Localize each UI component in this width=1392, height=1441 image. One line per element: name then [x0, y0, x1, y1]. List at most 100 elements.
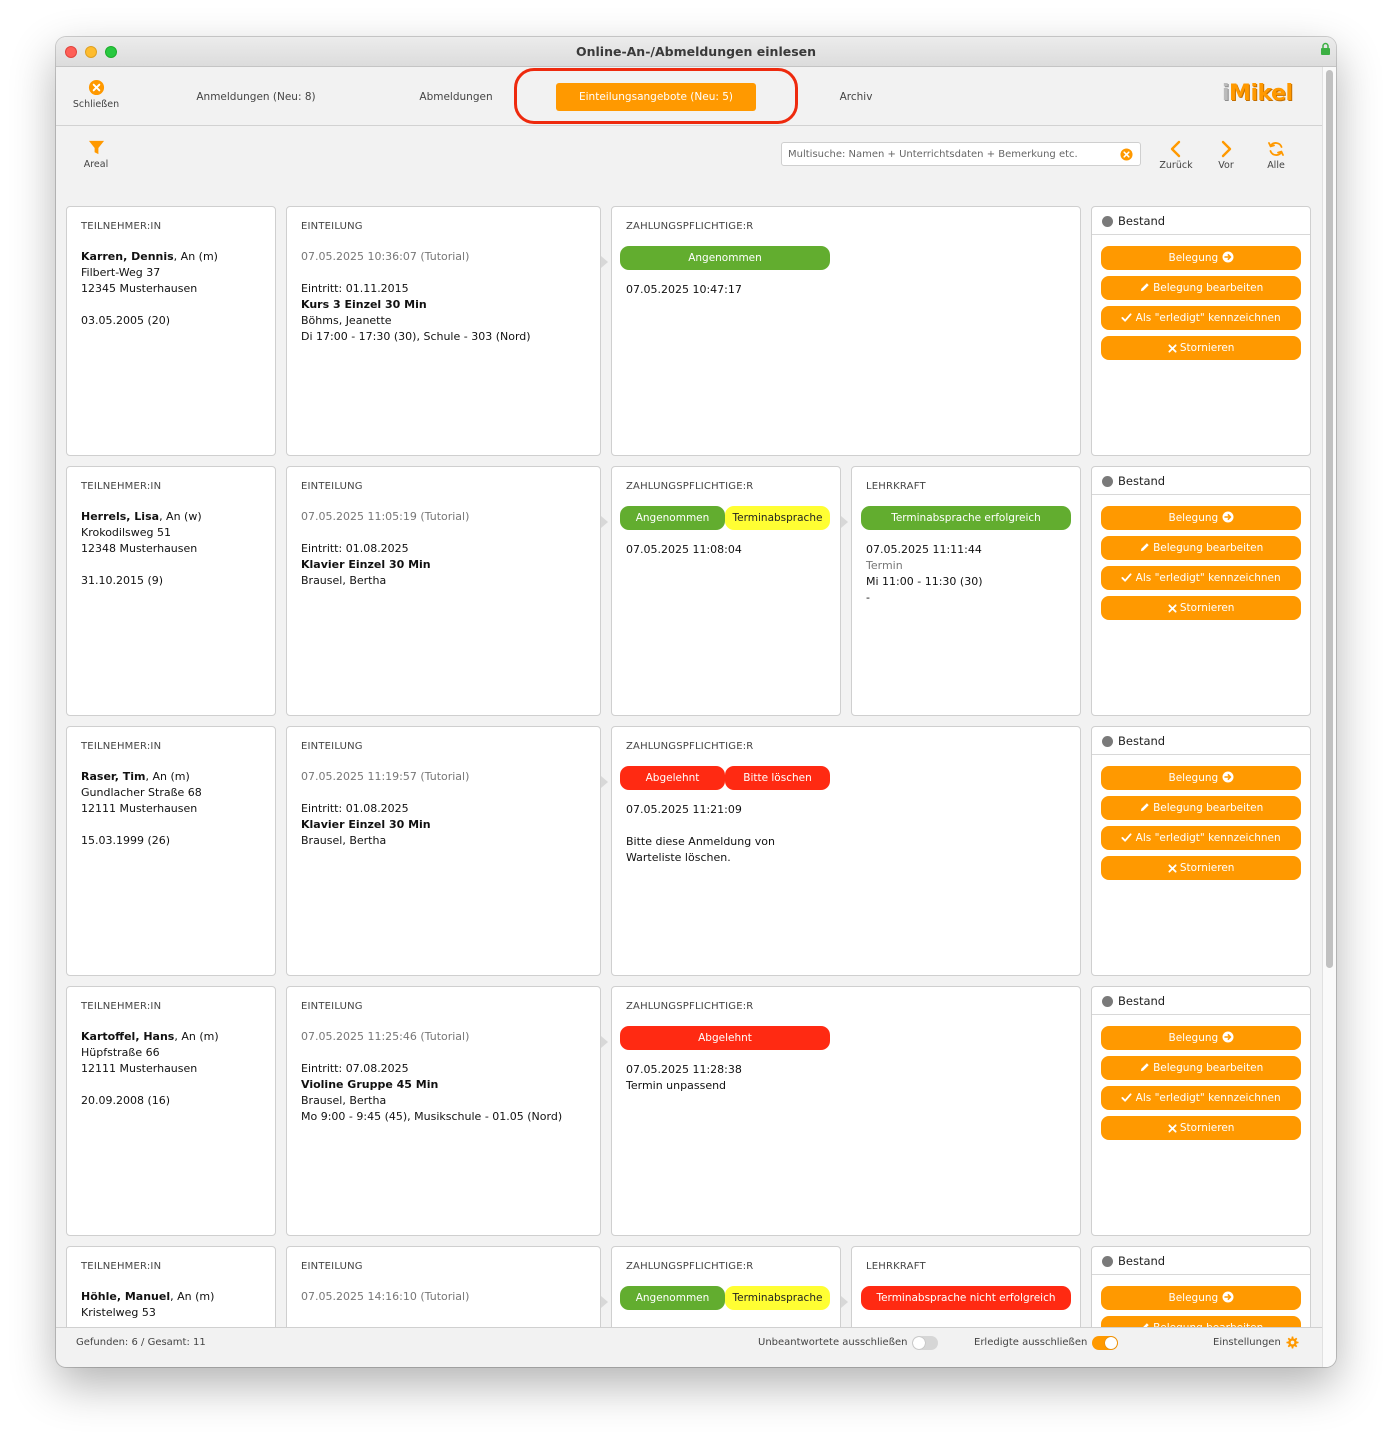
status-badge-terminabsprache-nicht-erfolgreich: Terminabsprache nicht erfolgreich	[861, 1286, 1071, 1310]
teacher-name: Böhms, Jeanette	[301, 314, 392, 327]
einteilung-heading: EINTEILUNG	[301, 1261, 363, 1272]
eintritt-date: Eintritt: 01.08.2025	[301, 802, 409, 815]
unbeantwortete-label: Unbeantwortete ausschließen	[758, 1337, 908, 1348]
entries-list: TEILNEHMER:IN Karren, Dennis, An (m) Fil…	[56, 187, 1322, 1327]
tab-archiv[interactable]: Archiv	[826, 83, 886, 111]
status-pills: Abgelehnt	[620, 1026, 830, 1050]
erledigt-button[interactable]: Als "erledigt" kennzeichnen	[1101, 306, 1301, 330]
x-icon	[1167, 344, 1177, 353]
bestand-label: Bestand	[1118, 214, 1166, 228]
imikel-logo: iMikel	[1222, 81, 1293, 106]
filter-icon	[88, 140, 104, 155]
status-dot	[1102, 216, 1113, 227]
status-dot	[1102, 476, 1113, 487]
belegung-bearbeiten-button[interactable]: Belegung bearbeiten	[1101, 536, 1301, 560]
search-input[interactable]	[788, 147, 1113, 162]
teilnehmer-card: TEILNEHMER:IN Herrels, Lisa, An (w) Krok…	[66, 466, 276, 716]
arrow-right-circle-icon	[1222, 1291, 1234, 1303]
window-title: Online-An-/Abmeldungen einlesen	[575, 44, 817, 59]
status-dot	[1102, 996, 1113, 1007]
actions-card: Bestand Belegung Belegung bearbeiten Als…	[1091, 466, 1311, 716]
stornieren-button[interactable]: Stornieren	[1101, 596, 1301, 620]
belegung-bearbeiten-button[interactable]: Belegung bearbeiten	[1101, 1056, 1301, 1080]
einteilung-timestamp: 07.05.2025 11:19:57 (Tutorial)	[301, 770, 470, 783]
einstellungen-link[interactable]: Einstellungen	[1213, 1337, 1281, 1348]
zahlung-heading: ZAHLUNGSPFLICHTIGE:R	[626, 1261, 754, 1272]
gear-icon[interactable]	[1286, 1336, 1299, 1349]
erledigt-button[interactable]: Als "erledigt" kennzeichnen	[1101, 826, 1301, 850]
lehrkraft-card: LEHRKRAFT Terminabsprache erfolgreich 07…	[851, 466, 1081, 716]
participant-city: 12345 Musterhausen	[81, 282, 198, 295]
zahlung-heading: ZAHLUNGSPFLICHTIGE:R	[626, 481, 754, 492]
erledigt-button[interactable]: Als "erledigt" kennzeichnen	[1101, 1086, 1301, 1110]
zurueck-button[interactable]: Zurück	[1154, 140, 1198, 171]
belegung-bearbeiten-button[interactable]: Belegung bearbeiten	[1101, 796, 1301, 820]
stornieren-button[interactable]: Stornieren	[1101, 1116, 1301, 1140]
belegung-button[interactable]: Belegung	[1101, 246, 1301, 270]
multisuche-field[interactable]	[781, 142, 1141, 166]
teilnehmer-heading: TEILNEHMER:IN	[81, 481, 162, 492]
zahlungspflichtige-card: ZAHLUNGSPFLICHTIGE:R Angenommen Terminab…	[611, 1246, 841, 1327]
lock-icon	[1321, 42, 1330, 55]
zahlung-heading: ZAHLUNGSPFLICHTIGE:R	[626, 741, 754, 752]
termin-value: Mi 11:00 - 11:30 (30)	[866, 575, 983, 588]
teacher-name: Brausel, Bertha	[301, 834, 387, 847]
einteilung-heading: EINTEILUNG	[301, 1001, 363, 1012]
alle-button[interactable]: Alle	[1254, 140, 1298, 171]
clear-search-icon[interactable]	[1120, 148, 1133, 161]
participant-name: Herrels, Lisa, An (w)	[81, 510, 202, 523]
x-icon	[1167, 1124, 1177, 1133]
status-bar: Gefunden: 6 / Gesamt: 11 Unbeantwortete …	[56, 1327, 1322, 1357]
arrow-right-circle-icon	[1222, 771, 1234, 783]
termin-extra: -	[866, 591, 870, 604]
chevron-right-icon	[1221, 140, 1232, 158]
status-pills: Angenommen Terminabsprache	[620, 506, 830, 530]
belegung-button[interactable]: Belegung	[1101, 766, 1301, 790]
tab-einteilungsangebote[interactable]: Einteilungsangebote (Neu: 5)	[556, 83, 756, 111]
erledigte-toggle[interactable]	[1092, 1336, 1118, 1350]
areal-filter-button[interactable]: Areal	[76, 139, 116, 170]
belegung-bearbeiten-button[interactable]: Belegung bearbeiten	[1101, 1316, 1301, 1327]
tab-anmeldungen[interactable]: Anmeldungen (Neu: 8)	[186, 83, 326, 111]
response-note-line: Bitte diese Anmeldung von	[626, 835, 775, 848]
teilnehmer-card: TEILNEHMER:IN Raser, Tim, An (m) Gundlac…	[66, 726, 276, 976]
participant-birthdate: 20.09.2008 (16)	[81, 1094, 171, 1107]
checkmark-icon	[1121, 833, 1132, 842]
erledigt-button[interactable]: Als "erledigt" kennzeichnen	[1101, 566, 1301, 590]
stornieren-button[interactable]: Stornieren	[1101, 856, 1301, 880]
belegung-button[interactable]: Belegung	[1101, 1026, 1301, 1050]
status-badge-angenommen: Angenommen	[620, 246, 830, 270]
stornieren-button[interactable]: Stornieren	[1101, 336, 1301, 360]
zahlungspflichtige-card: ZAHLUNGSPFLICHTIGE:R Angenommen Terminab…	[611, 466, 841, 716]
eintritt-date: Eintritt: 01.11.2015	[301, 282, 409, 295]
einteilung-heading: EINTEILUNG	[301, 741, 363, 752]
teacher-name: Brausel, Bertha	[301, 1094, 387, 1107]
pencil-icon	[1140, 803, 1149, 812]
belegung-button[interactable]: Belegung	[1101, 506, 1301, 530]
scrollbar-thumb[interactable]	[1326, 70, 1333, 968]
arrow-right-circle-icon	[1222, 1031, 1234, 1043]
belegung-button[interactable]: Belegung	[1101, 1286, 1301, 1310]
einteilung-timestamp: 07.05.2025 14:16:10 (Tutorial)	[301, 1290, 470, 1303]
scrollbar[interactable]	[1322, 67, 1336, 1367]
participant-name: Kartoffel, Hans, An (m)	[81, 1030, 219, 1043]
unbeantwortete-toggle[interactable]	[912, 1336, 938, 1350]
schliessen-button[interactable]: Schließen	[70, 79, 122, 110]
status-pills: Abgelehnt Bitte löschen	[620, 766, 830, 790]
status-badge-terminabsprache: Terminabsprache	[725, 506, 830, 530]
teilnehmer-heading: TEILNEHMER:IN	[81, 1001, 162, 1012]
bestand-label: Bestand	[1118, 734, 1166, 748]
pencil-icon	[1140, 543, 1149, 552]
flow-arrow	[601, 256, 608, 268]
participant-city: 12111 Musterhausen	[81, 1062, 198, 1075]
tab-abmeldungen[interactable]: Abmeldungen	[411, 83, 501, 111]
x-icon	[1167, 604, 1177, 613]
participant-street: Gundlacher Straße 68	[81, 786, 202, 799]
vor-button[interactable]: Vor	[1204, 140, 1248, 171]
app-window: Online-An-/Abmeldungen einlesen Schließe…	[56, 37, 1336, 1367]
response-date: 07.05.2025 11:21:09	[626, 803, 742, 816]
response-note-line: Termin unpassend	[626, 1079, 727, 1092]
flow-arrow	[841, 1296, 848, 1308]
teilnehmer-heading: TEILNEHMER:IN	[81, 221, 162, 232]
belegung-bearbeiten-button[interactable]: Belegung bearbeiten	[1101, 276, 1301, 300]
